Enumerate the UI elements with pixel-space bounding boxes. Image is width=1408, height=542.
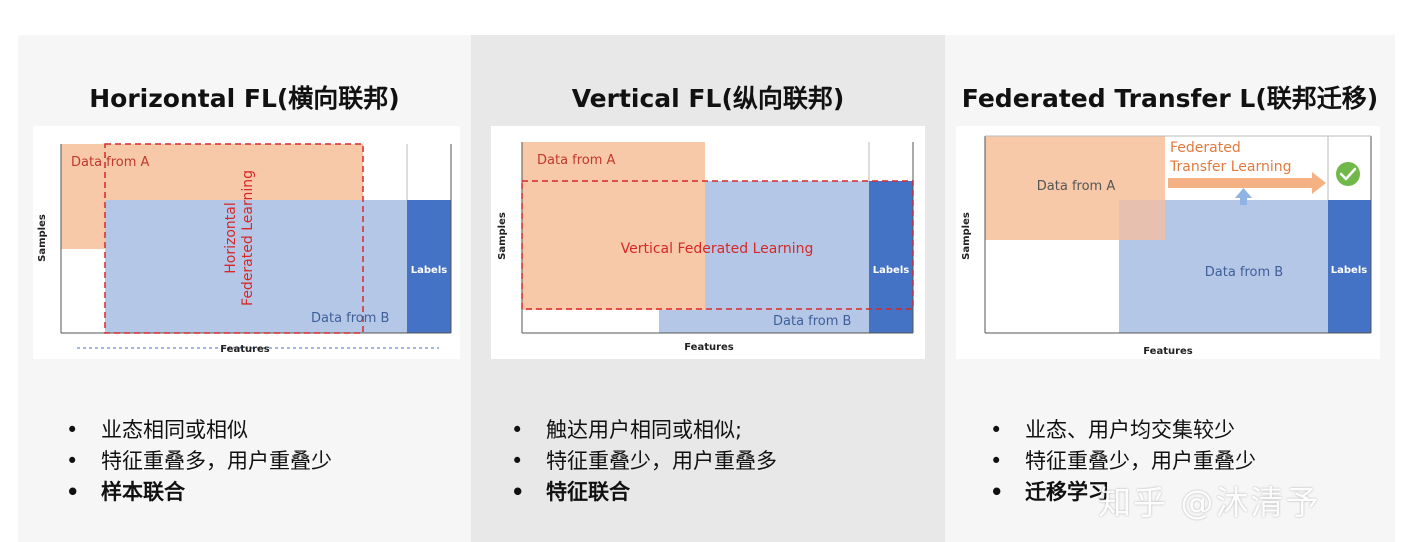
fl-label-line2: Federated Learning xyxy=(240,170,256,306)
diagram-vertical-fl: Data from A Data from B Labels Samples F… xyxy=(491,126,925,359)
labels-column xyxy=(869,181,913,333)
fl-label-line1: Horizontal xyxy=(223,202,239,273)
samples-axis-label: Samples xyxy=(37,214,48,262)
ftl-label-line1: Federated xyxy=(1170,140,1241,156)
labels-label: Labels xyxy=(411,265,447,276)
watermark: 知乎 @沐清予 xyxy=(1098,483,1321,522)
check-icon xyxy=(1336,162,1360,186)
data-b-label: Data from B xyxy=(311,311,389,326)
data-a-label: Data from A xyxy=(1037,179,1116,194)
data-b-label: Data from B xyxy=(773,314,851,329)
panel-federated-transfer: Federated Transfer L(联邦迁移) Data from A D… xyxy=(945,35,1395,542)
transfer-arrow xyxy=(1168,172,1326,194)
list-item: • 触达用户相同或相似; xyxy=(511,418,743,442)
diagram-federated-transfer: Data from A Data from B Labels Samples F… xyxy=(956,126,1380,359)
features-axis-label: Features xyxy=(684,342,734,353)
list-item: • 特征重叠少，用户重叠少 xyxy=(990,449,1256,473)
diagram-horizontal-fl: Data from A Data from B Labels Samples F… xyxy=(33,126,460,359)
samples-axis-label: Samples xyxy=(961,212,972,260)
list-item: • 业态相同或相似 xyxy=(66,418,248,442)
overlap-region xyxy=(1119,200,1165,240)
list-item: • 业态、用户均交集较少 xyxy=(990,418,1235,442)
list-item: • 特征联合 xyxy=(511,480,630,504)
panel-horizontal-fl: Horizontal FL(横向联邦) Data from A Data fro… xyxy=(18,35,471,542)
data-a-label: Data from A xyxy=(71,155,150,170)
panel-title: Federated Transfer L(联邦迁移) xyxy=(961,84,1379,113)
ftl-label-line2: Transfer Learning xyxy=(1169,159,1292,175)
list-item: • 特征重叠多，用户重叠少 xyxy=(66,449,332,473)
panel-vertical-fl: Vertical FL(纵向联邦) Data from A Data from … xyxy=(471,35,945,542)
panel-title: Horizontal FL(横向联邦) xyxy=(89,84,400,113)
panel-title: Vertical FL(纵向联邦) xyxy=(571,84,845,113)
data-b-label: Data from B xyxy=(1205,265,1283,280)
features-axis-label: Features xyxy=(220,344,270,355)
list-item: • 样本联合 xyxy=(66,480,185,504)
list-item: • 特征重叠少，用户重叠多 xyxy=(511,449,777,473)
features-axis-label: Features xyxy=(1143,346,1193,357)
labels-label: Labels xyxy=(873,265,909,276)
labels-label: Labels xyxy=(1331,265,1367,276)
bullet-list: • 触达用户相同或相似; • 特征重叠少，用户重叠多 • 特征联合 xyxy=(511,415,777,508)
bullet-list: • 业态相同或相似 • 特征重叠多，用户重叠少 • 样本联合 xyxy=(66,415,332,508)
fl-label: Vertical Federated Learning xyxy=(621,241,814,257)
data-a-label: Data from A xyxy=(537,153,616,168)
samples-axis-label: Samples xyxy=(497,212,508,260)
